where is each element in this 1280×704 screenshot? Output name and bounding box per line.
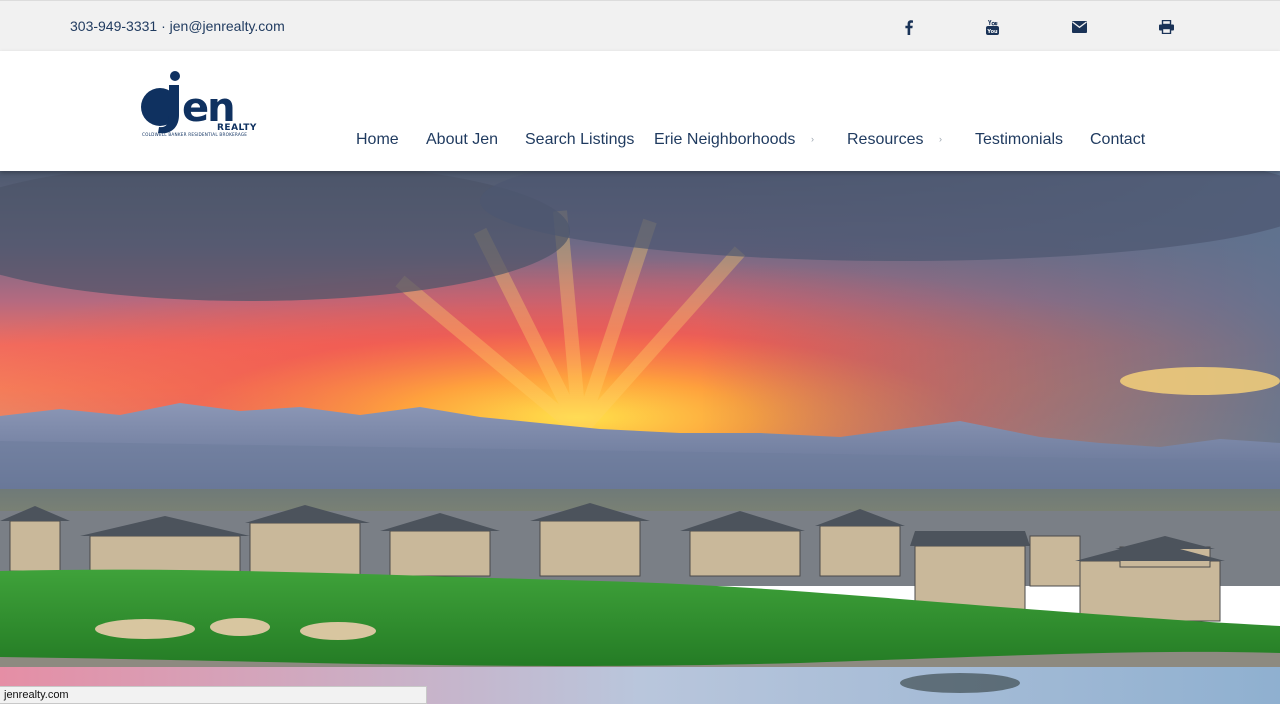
- contact-info: 303-949-3331 · jen@jenrealty.com: [70, 18, 285, 34]
- nav-about-jen[interactable]: About Jen: [426, 131, 498, 149]
- nav-search-listings[interactable]: Search Listings: [525, 131, 634, 149]
- hero-image: [0, 171, 1280, 704]
- contact-separator: ·: [161, 18, 166, 34]
- svg-text:You: You: [986, 29, 998, 35]
- top-contact-bar: 303-949-3331 · jen@jenrealty.com You: [0, 0, 1280, 51]
- nav-home[interactable]: Home: [356, 131, 399, 149]
- svg-text:COLDWELL BANKER RESIDENTIAL BR: COLDWELL BANKER RESIDENTIAL BROKERAGE: [142, 132, 247, 137]
- envelope-icon[interactable]: [1067, 15, 1091, 39]
- email-link[interactable]: jen@jenrealty.com: [170, 18, 285, 34]
- erie-submenu-chevron-icon[interactable]: ›: [811, 134, 814, 144]
- nav-testimonials[interactable]: Testimonials: [975, 131, 1063, 149]
- nav-erie-neighborhoods[interactable]: Erie Neighborhoods: [654, 131, 795, 149]
- youtube-icon[interactable]: You: [980, 15, 1004, 39]
- nav-contact[interactable]: Contact: [1090, 131, 1145, 149]
- jen-realty-logo[interactable]: en REALTY COLDWELL BANKER RESIDENTIAL BR…: [140, 71, 272, 141]
- resources-submenu-chevron-icon[interactable]: ›: [939, 134, 942, 144]
- phone-link[interactable]: 303-949-3331: [70, 18, 157, 34]
- print-icon[interactable]: [1154, 15, 1178, 39]
- site-header: en REALTY COLDWELL BANKER RESIDENTIAL BR…: [0, 51, 1280, 171]
- facebook-icon[interactable]: [897, 15, 921, 39]
- nav-resources[interactable]: Resources: [847, 131, 923, 149]
- browser-status-url: jenrealty.com: [0, 686, 427, 704]
